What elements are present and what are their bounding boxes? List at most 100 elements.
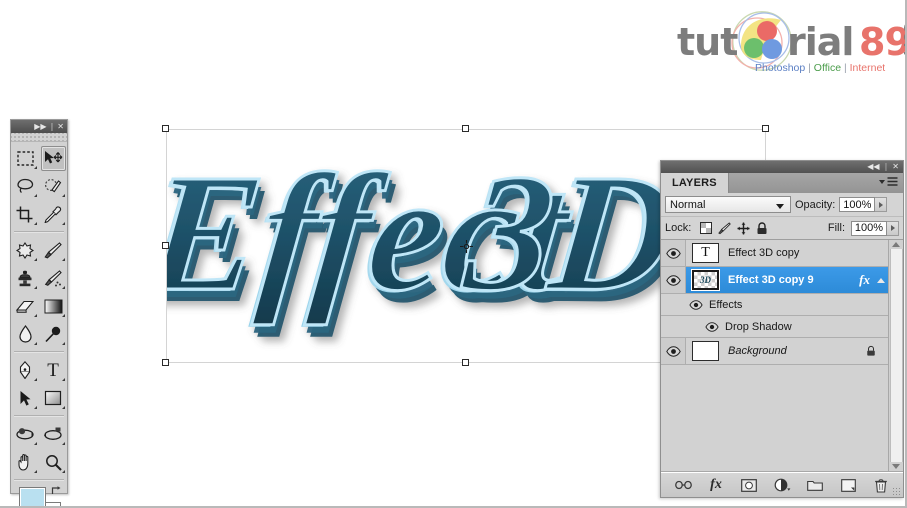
- tools-panel-titlebar[interactable]: ▶▶ | ✕: [11, 120, 67, 133]
- lasso-tool[interactable]: [11, 172, 39, 200]
- blur-tool[interactable]: [11, 320, 39, 348]
- layers-panel-titlebar[interactable]: ◀◀ | ✕: [661, 161, 903, 173]
- drop-shadow-visibility-toggle[interactable]: [703, 321, 721, 332]
- tagline-office: Office: [813, 62, 842, 74]
- transform-handle-middle-left[interactable]: [162, 242, 169, 249]
- transform-handle-bottom-center[interactable]: [462, 359, 469, 366]
- history-brush-tool[interactable]: [39, 264, 67, 292]
- layer-thumbnail[interactable]: text-layer T: [692, 243, 719, 263]
- transform-reference-point-icon[interactable]: [460, 240, 473, 253]
- opacity-slider-button[interactable]: [875, 197, 888, 212]
- tagline-internet: Internet: [849, 62, 886, 74]
- tools-collapse-icon[interactable]: ▶▶: [34, 122, 46, 131]
- tab-layers[interactable]: LAYERS: [661, 173, 729, 193]
- eyedropper-tool[interactable]: [39, 200, 67, 228]
- scrollbar-track[interactable]: [889, 249, 903, 462]
- lock-position-icon[interactable]: [737, 222, 750, 235]
- layer-visibility-toggle[interactable]: [661, 267, 686, 293]
- new-group-button[interactable]: [807, 477, 824, 494]
- clone-stamp-tool[interactable]: [11, 264, 39, 292]
- effects-visibility-toggle[interactable]: [687, 299, 705, 310]
- trash-icon: [875, 478, 887, 493]
- opacity-label: Opacity:: [795, 198, 836, 211]
- healing-brush-tool[interactable]: [11, 236, 39, 264]
- type-tool[interactable]: T: [39, 356, 67, 384]
- tagline-sep-1: |: [808, 62, 811, 74]
- add-layer-mask-button[interactable]: [741, 477, 758, 494]
- link-icon: [674, 480, 692, 490]
- add-layer-style-button[interactable]: fx: [708, 477, 725, 494]
- move-tool[interactable]: [39, 144, 67, 172]
- layer-expand-caret-icon[interactable]: [877, 277, 885, 283]
- table-row[interactable]: Background: [661, 338, 888, 365]
- layer-thumbnail[interactable]: 3D: [692, 270, 719, 290]
- 3d-object-rotate-icon: [16, 428, 34, 440]
- layers-panel[interactable]: ◀◀ | ✕ LAYERS Normal Opacity: 100% Lock:…: [660, 160, 904, 498]
- layer-visibility-toggle[interactable]: [661, 338, 686, 364]
- scroll-down-arrow-icon[interactable]: [892, 464, 900, 469]
- marquee-tool[interactable]: [11, 144, 39, 172]
- lock-all-icon[interactable]: [756, 221, 768, 235]
- layers-close-icon[interactable]: ✕: [892, 163, 899, 171]
- shape-tool[interactable]: [39, 384, 67, 412]
- layer-fx-icon[interactable]: fx: [859, 272, 870, 288]
- text-layer-T-icon: T: [701, 245, 710, 260]
- transform-handle-top-center[interactable]: [462, 125, 469, 132]
- tool-flyout-corner: [34, 470, 37, 473]
- brush-tool[interactable]: [39, 236, 67, 264]
- gradient-tool[interactable]: [39, 292, 67, 320]
- tool-flyout-corner: [62, 222, 65, 225]
- quick-selection-tool[interactable]: [39, 172, 67, 200]
- layers-collapse-icon[interactable]: ◀◀: [867, 163, 879, 171]
- crop-tool[interactable]: [11, 200, 39, 228]
- fill-slider-button[interactable]: [887, 220, 899, 236]
- link-layers-button[interactable]: [674, 477, 692, 494]
- transform-handle-bottom-left[interactable]: [162, 359, 169, 366]
- path-selection-tool[interactable]: [11, 384, 39, 412]
- layer-visibility-toggle[interactable]: [661, 240, 686, 266]
- lock-image-pixels-icon[interactable]: [718, 221, 732, 235]
- layers-panel-tabstrip[interactable]: LAYERS: [661, 173, 903, 193]
- transform-handle-top-left[interactable]: [162, 125, 169, 132]
- layers-panel-footer[interactable]: fx: [661, 472, 903, 497]
- layer-name[interactable]: Background: [728, 345, 787, 357]
- blend-mode-select[interactable]: Normal: [665, 196, 791, 213]
- blend-mode-row[interactable]: Normal Opacity: 100%: [661, 193, 903, 217]
- eraser-tool[interactable]: [11, 292, 39, 320]
- layer-effects-group[interactable]: Effects: [661, 294, 888, 316]
- layer-thumbnail[interactable]: [692, 341, 719, 361]
- new-layer-button[interactable]: [840, 477, 857, 494]
- layers-panel-menu-icon[interactable]: [879, 177, 898, 186]
- tools-divider-2: [14, 351, 64, 353]
- lock-row[interactable]: Lock: Fill: 100%: [661, 217, 903, 240]
- swap-colors-icon[interactable]: [51, 485, 62, 496]
- layer-mask-icon: [741, 478, 757, 492]
- pen-tool[interactable]: [11, 356, 39, 384]
- opacity-input[interactable]: 100%: [839, 197, 876, 212]
- 3d-camera-tool[interactable]: [39, 420, 67, 448]
- drop-shadow-label: Drop Shadow: [725, 320, 792, 333]
- layers-list[interactable]: text-layer T Effect 3D copy: [661, 240, 888, 471]
- layers-scrollbar[interactable]: [888, 240, 903, 471]
- dodge-tool[interactable]: [39, 320, 67, 348]
- zoom-tool[interactable]: [39, 448, 67, 476]
- hand-tool[interactable]: [11, 448, 39, 476]
- layer-name[interactable]: Effect 3D copy: [728, 247, 799, 259]
- blend-mode-value: Normal: [670, 198, 706, 211]
- panel-resize-grip[interactable]: [892, 487, 900, 495]
- foreground-color-swatch[interactable]: [20, 488, 45, 506]
- table-row[interactable]: text-layer T Effect 3D copy: [661, 240, 888, 267]
- fill-input[interactable]: 100%: [851, 220, 887, 236]
- tools-drag-grip[interactable]: [11, 133, 67, 142]
- scroll-up-arrow-icon[interactable]: [892, 242, 900, 247]
- layer-effect-item[interactable]: Drop Shadow: [661, 316, 888, 338]
- table-row[interactable]: 3D Effect 3D copy 9 fx: [661, 267, 888, 294]
- delete-layer-button[interactable]: [873, 477, 890, 494]
- 3d-rotate-tool[interactable]: [11, 420, 39, 448]
- layer-name[interactable]: Effect 3D copy 9: [728, 274, 814, 286]
- tools-panel[interactable]: ▶▶ | ✕ T: [10, 119, 68, 506]
- lock-transparent-pixels-icon[interactable]: [700, 222, 713, 234]
- tools-close-icon[interactable]: ✕: [57, 122, 64, 131]
- transform-handle-top-right[interactable]: [762, 125, 769, 132]
- new-adjustment-layer-button[interactable]: [774, 477, 791, 494]
